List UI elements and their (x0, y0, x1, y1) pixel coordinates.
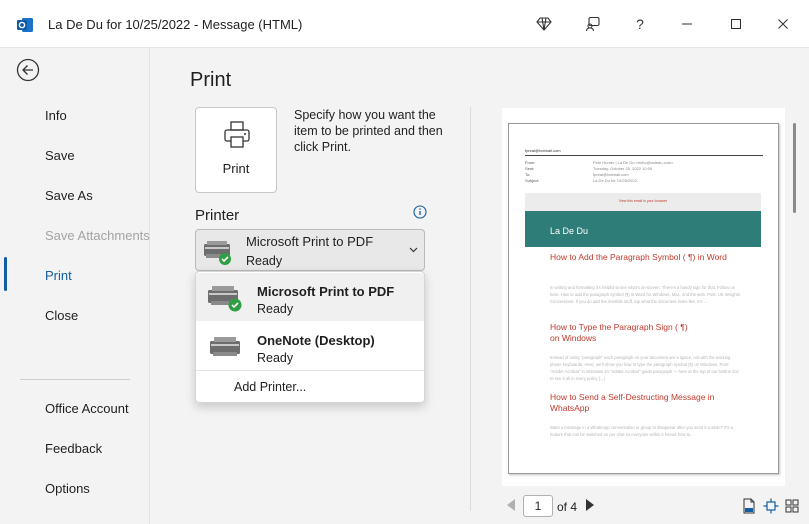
nav-feedback[interactable]: Feedback (45, 441, 102, 456)
dropdown-divider (196, 370, 424, 371)
onenote-printer-icon (210, 337, 240, 356)
back-arrow-icon[interactable] (16, 58, 40, 82)
printer-icon (224, 121, 250, 148)
pane-separator (470, 107, 471, 511)
close-icon[interactable] (771, 12, 795, 36)
preview-from-email: fpreal@hotmail.com (525, 148, 561, 153)
backstage-nav: Info Save Save As Save Attachments Print… (0, 48, 150, 524)
nav-options[interactable]: Options (45, 481, 90, 496)
preview-page: fpreal@hotmail.com From: Pete Hunter | L… (508, 123, 779, 474)
outlook-icon (17, 18, 33, 32)
preview-scrollbar[interactable] (793, 123, 796, 213)
page-title: Print (190, 69, 232, 91)
preview-article-body: In writing and formatting it's helpful t… (550, 285, 740, 304)
printer-dropdown: Microsoft Print to PDF Ready OneNote (De… (195, 271, 425, 403)
active-indicator (4, 257, 7, 291)
printer-option-pdf[interactable]: Microsoft Print to PDF Ready (196, 273, 424, 321)
preview-banner-link: View this email in your browser (618, 199, 668, 203)
previous-page-icon[interactable] (507, 499, 515, 511)
nav-divider (20, 379, 130, 380)
printer-option-name: Microsoft Print to PDF (257, 284, 395, 299)
add-printer-link[interactable]: Add Printer... (234, 380, 306, 394)
nav-office-account[interactable]: Office Account (45, 401, 129, 416)
preview-field-value: fpreal@hotmail.com (593, 172, 629, 177)
chevron-down-icon (409, 244, 418, 256)
printer-option-onenote[interactable]: OneNote (Desktop) Ready (196, 322, 424, 370)
page-count: of 4 (557, 500, 578, 514)
page-number-input[interactable]: 1 (523, 495, 553, 517)
preview-field-value: Pete Hunter | La De Du <hello@ladedu.com… (593, 160, 674, 165)
nav-save-attachments[interactable]: Save Attachments (45, 228, 150, 243)
nav-print[interactable]: Print (45, 268, 72, 283)
preview-article-body: Want a message in a WhatsApp conversatio… (550, 425, 733, 437)
preview-header: La De Du (525, 211, 761, 247)
diamond-icon[interactable] (532, 12, 556, 36)
nav-save-as[interactable]: Save As (45, 188, 93, 203)
preview-article-title: How to Send a Self-Destructing Message i… (550, 392, 715, 413)
pdf-printer-icon (208, 286, 242, 312)
multiple-pages-icon[interactable] (784, 497, 800, 515)
printer-select[interactable]: Microsoft Print to PDF Ready (195, 229, 425, 271)
preview-field-label: Sent: (525, 166, 535, 171)
nav-info[interactable]: Info (45, 108, 67, 123)
print-button[interactable]: Print (195, 107, 277, 193)
preview-article-title: How to Add the Paragraph Symbol ( ¶) in … (550, 252, 727, 262)
printer-option-status: Ready (257, 351, 294, 365)
info-icon[interactable] (413, 205, 427, 219)
fit-page-icon[interactable] (763, 497, 779, 515)
next-page-icon[interactable] (586, 499, 594, 511)
nav-close[interactable]: Close (45, 308, 78, 323)
preview-field-value: Tuesday, October 25, 2022 10:09 (593, 166, 653, 171)
title-bar: La De Du for 10/25/2022 - Message (HTML)… (0, 0, 809, 48)
preview-header-text: La De Du (550, 226, 589, 236)
minimize-icon[interactable] (675, 12, 699, 36)
help-button[interactable]: ? (628, 12, 652, 36)
selected-printer-name: Microsoft Print to PDF (246, 234, 374, 249)
print-button-label: Print (222, 161, 250, 176)
preview-field-value: La De Du for 10/25/2022 (593, 178, 637, 183)
preview-article-title: How to Type the Paragraph Sign ( ¶) on W… (550, 322, 688, 343)
nav-save[interactable]: Save (45, 148, 75, 163)
print-instructions: Specify how you want the item to be prin… (294, 108, 443, 154)
preview-rule (525, 155, 763, 156)
coach-icon[interactable] (581, 12, 605, 36)
preview-field-label: To: (525, 172, 531, 177)
window-title: La De Du for 10/25/2022 - Message (HTML) (48, 17, 303, 32)
selected-printer-status: Ready (246, 254, 283, 268)
preview-field-label: From: (525, 160, 536, 165)
actual-size-icon[interactable] (741, 497, 757, 515)
printer-header: Printer (195, 207, 240, 224)
printer-option-name: OneNote (Desktop) (257, 333, 375, 348)
printer-option-status: Ready (257, 302, 294, 316)
preview-field-label: Subject: (525, 178, 540, 183)
preview-article-body: Instead of using "paragraph" each paragr… (550, 355, 739, 381)
maximize-icon[interactable] (724, 12, 748, 36)
pdf-printer-icon (204, 241, 231, 265)
